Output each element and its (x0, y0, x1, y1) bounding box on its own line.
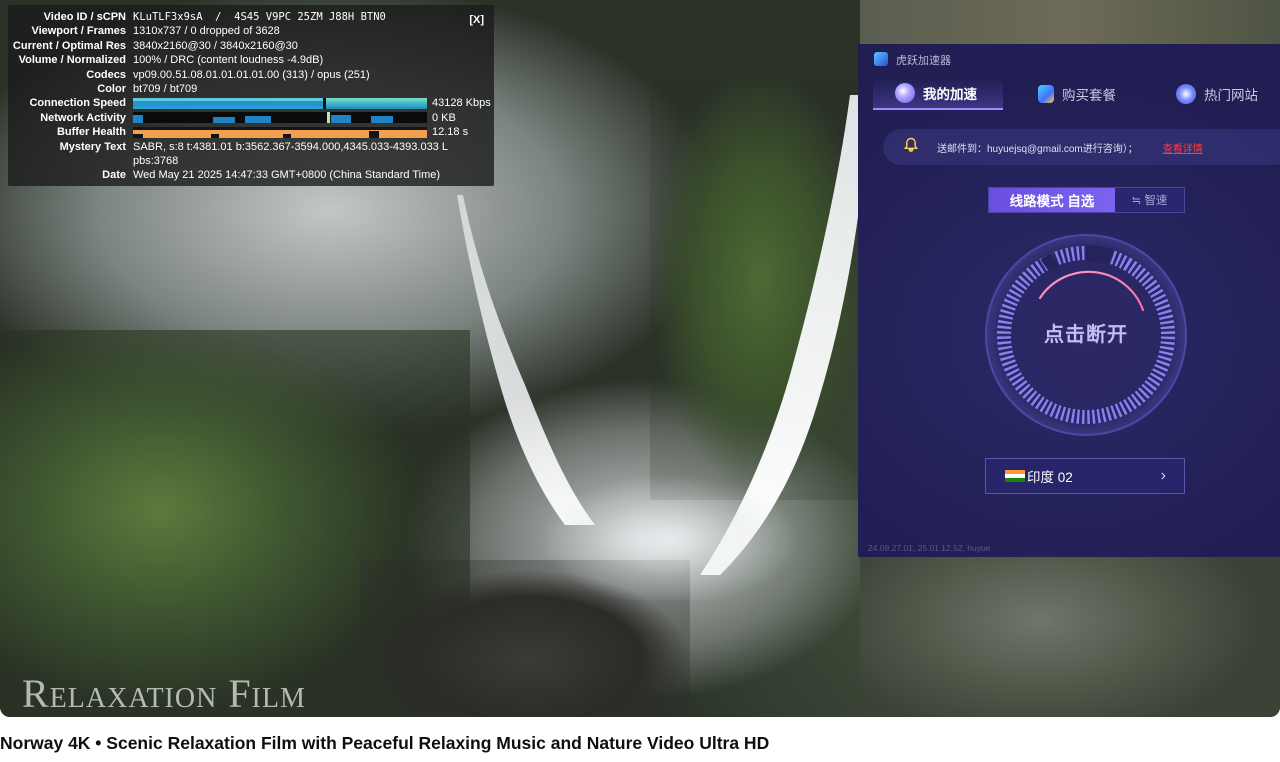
connection-speed-graph (133, 97, 427, 109)
stats-key: Date (102, 169, 126, 182)
server-name: 印度 02 (1027, 470, 1073, 485)
stats-key: Connection Speed (29, 97, 126, 110)
stats-row-color: Color bt709 / bt709 (8, 82, 494, 96)
tab-label: 热门网站 (1204, 88, 1258, 103)
compass-icon (1176, 84, 1196, 104)
notice-bar: 送邮件到：huyuejsq@gmail.com进行咨询）； 查看详情 (883, 129, 1280, 165)
stats-value: 1310x737 / 0 dropped of 3628 (133, 25, 280, 38)
app-tabs: 我的加速 购买套餐 热门网站 (858, 78, 1280, 112)
stats-row-network-activity: Network Activity 0 KB (8, 111, 494, 125)
tab-hot-sites[interactable]: 热门网站 (1176, 78, 1258, 110)
stats-value: SABR, s:8 t:4381.01 b:3562.367-3594.000,… (133, 140, 448, 153)
mode-smart-button[interactable]: ≒ 智速 (1115, 188, 1184, 212)
stats-key: Mystery Text (59, 140, 126, 153)
scenery-mist (540, 470, 800, 600)
server-selector[interactable]: 印度 02 › (985, 458, 1185, 494)
buffer-health-graph (133, 126, 427, 138)
stats-key: Buffer Health (56, 126, 126, 139)
stats-row-volume: Volume / Normalized 100% / DRC (content … (8, 53, 494, 67)
stats-row-codecs: Codecs vp09.00.51.08.01.01.01.01.00 (313… (8, 68, 494, 82)
stats-for-nerds-panel: [X] Video ID / sCPN KLuTLF3x9sA / 4S45 V… (8, 5, 494, 186)
stats-row-viewport: Viewport / Frames 1310x737 / 0 dropped o… (8, 24, 494, 38)
stats-key: Codecs (86, 68, 126, 81)
video-title[interactable]: Norway 4K • Scenic Relaxation Film with … (0, 733, 769, 754)
stats-value: 12.18 s (432, 126, 469, 139)
rocket-icon (895, 83, 915, 103)
tab-my-acceleration[interactable]: 我的加速 (873, 78, 1003, 110)
bell-icon (903, 137, 919, 157)
app-logo-icon (874, 52, 888, 66)
stats-value: bt709 / bt709 (133, 83, 198, 96)
india-flag-icon (1005, 469, 1025, 483)
stats-key: Current / Optimal Res (12, 39, 126, 52)
stats-row-video-id: Video ID / sCPN KLuTLF3x9sA / 4S45 V9PC … (8, 10, 494, 24)
tab-label: 购买套餐 (1062, 88, 1116, 103)
stats-row-date: Date Wed May 21 2025 14:47:33 GMT+0800 (… (8, 168, 494, 182)
stats-value: KLuTLF3x9sA / 4S45 V9PC 25ZM J88H BTN0 (133, 11, 386, 23)
stats-key: Network Activity (40, 111, 126, 124)
tab-buy-plan[interactable]: 购买套餐 (1008, 78, 1116, 110)
mode-manual-button[interactable]: 线路模式 自选 (989, 188, 1115, 212)
notice-details-link[interactable]: 查看详情 (1163, 140, 1203, 155)
notice-text: 送邮件到：huyuejsq@gmail.com进行咨询）； (937, 143, 1138, 155)
chevron-right-icon: › (1160, 467, 1166, 484)
stats-row-connection-speed: Connection Speed 43128 Kbps (8, 96, 494, 110)
stats-value: 3840x2160@30 / 3840x2160@30 (133, 39, 298, 52)
stats-value: 0 KB (432, 111, 456, 124)
shopping-bag-icon (1038, 85, 1054, 103)
stats-value: Wed May 21 2025 14:47:33 GMT+0800 (China… (133, 169, 441, 182)
tab-label: 我的加速 (923, 87, 977, 102)
accelerator-app-window: 虎跃加速器 我的加速 购买套餐 热门网站 送邮件到：huyuejsq@gmail… (858, 44, 1280, 557)
stats-value: vp09.00.51.08.01.01.01.01.00 (313) / opu… (133, 68, 370, 81)
stats-value: 100% / DRC (content loudness -4.9dB) (133, 54, 324, 67)
stats-row-resolution: Current / Optimal Res 3840x2160@30 / 384… (8, 39, 494, 53)
stats-row-mystery-text-cont: pbs:3768 (8, 154, 494, 168)
app-title: 虎跃加速器 (896, 55, 951, 67)
stats-value: pbs:3768 (133, 155, 179, 168)
stats-row-mystery-text: Mystery Text SABR, s:8 t:4381.01 b:3562.… (8, 140, 494, 154)
channel-watermark: Relaxation Film (22, 671, 306, 716)
disconnect-label[interactable]: 点击断开 (983, 318, 1189, 347)
scenery-rock-top (860, 0, 1280, 50)
app-version-text: 24.09.27.01, 25.01.12.52, huyue (868, 543, 991, 553)
stats-key: Volume / Normalized (18, 54, 126, 67)
route-mode-switch: 线路模式 自选 ≒ 智速 (988, 187, 1185, 213)
stats-key: Color (97, 83, 126, 96)
network-activity-graph (133, 112, 427, 124)
stats-key: Viewport / Frames (31, 25, 126, 38)
stats-row-buffer-health: Buffer Health 12.18 s (8, 125, 494, 139)
stats-value: 43128 Kbps (432, 97, 491, 110)
stats-key: Video ID / sCPN (43, 11, 126, 23)
